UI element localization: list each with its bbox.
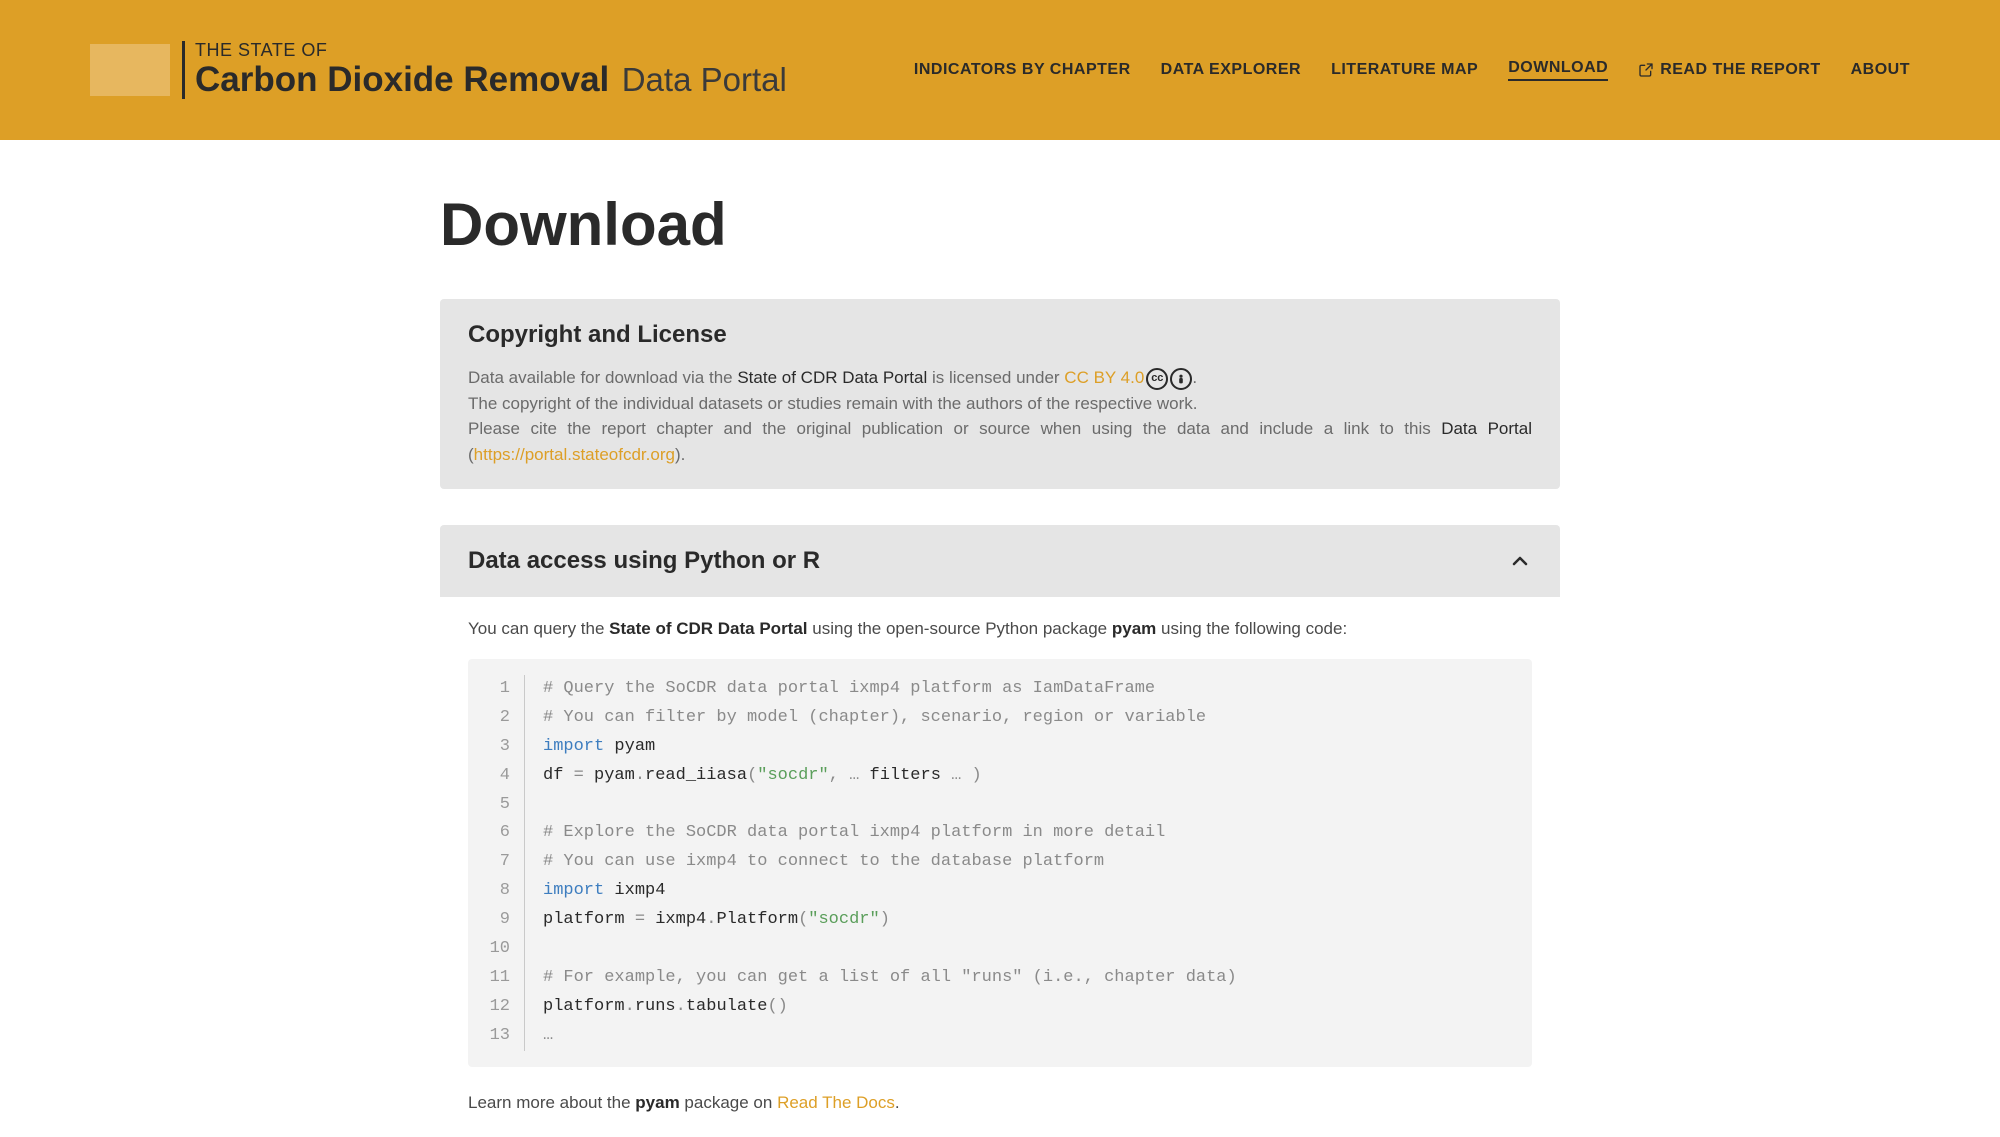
accordion-toggle[interactable]: Data access using Python or R xyxy=(440,525,1560,597)
outro-text: Learn more about the pyam package on Rea… xyxy=(468,1093,1532,1113)
copyright-text: ). xyxy=(675,445,685,464)
code-block: 12345678910111213 # Query the SoCDR data… xyxy=(468,659,1532,1067)
text-strong: pyam xyxy=(1112,619,1156,638)
text-strong: State of CDR Data Portal xyxy=(609,619,807,638)
copyright-product-name: State of CDR Data Portal xyxy=(737,368,927,387)
external-link-icon xyxy=(1638,62,1654,78)
logo-mark xyxy=(90,44,170,96)
nav-label: INDICATORS BY CHAPTER xyxy=(914,61,1131,79)
logo[interactable]: THE STATE OF Carbon Dioxide Removal Data… xyxy=(90,41,787,99)
copyright-body: Data available for download via the Stat… xyxy=(468,365,1532,467)
main-nav: INDICATORS BY CHAPTER DATA EXPLORER LITERA… xyxy=(914,59,1910,81)
nav-link-explorer[interactable]: DATA EXPLORER xyxy=(1161,61,1301,79)
text: using the open-source Python package xyxy=(808,619,1112,638)
site-header: THE STATE OF Carbon Dioxide Removal Data… xyxy=(0,0,2000,140)
nav-link-about[interactable]: ABOUT xyxy=(1851,61,1910,79)
cc-icons: cc xyxy=(1146,368,1192,390)
intro-text: You can query the State of CDR Data Port… xyxy=(468,619,1532,639)
nav-link-download[interactable]: DOWNLOAD xyxy=(1508,59,1608,81)
accordion-title: Data access using Python or R xyxy=(468,547,820,575)
accordion-body: You can query the State of CDR Data Port… xyxy=(440,597,1560,1113)
portal-url-link[interactable]: https://portal.stateofcdr.org xyxy=(474,445,675,464)
logo-subtitle: Data Portal xyxy=(622,61,787,98)
text: You can query the xyxy=(468,619,609,638)
code-content: # Query the SoCDR data portal ixmp4 plat… xyxy=(525,675,1237,1051)
cc-by-icon xyxy=(1170,368,1192,390)
copyright-text: . xyxy=(1192,368,1197,387)
text-strong: pyam xyxy=(635,1093,679,1112)
nav-label: DOWNLOAD xyxy=(1508,59,1608,77)
text: Learn more about the xyxy=(468,1093,635,1112)
nav-label: ABOUT xyxy=(1851,61,1910,79)
cc-icon: cc xyxy=(1146,368,1168,390)
text: . xyxy=(895,1093,900,1112)
data-access-accordion: Data access using Python or R You can qu… xyxy=(440,525,1560,1113)
nav-label: LITERATURE MAP xyxy=(1331,61,1478,79)
copyright-text: Data available for download via the xyxy=(468,368,737,387)
copyright-text: is licensed under xyxy=(927,368,1064,387)
nav-link-report[interactable]: READ THE REPORT xyxy=(1638,61,1820,79)
copyright-title: Copyright and License xyxy=(468,321,1532,349)
nav-label: DATA EXPLORER xyxy=(1161,61,1301,79)
read-the-docs-link[interactable]: Read The Docs xyxy=(777,1093,895,1112)
code-gutter: 12345678910111213 xyxy=(488,675,525,1051)
nav-label: READ THE REPORT xyxy=(1660,61,1820,79)
chevron-up-icon xyxy=(1508,549,1532,573)
logo-title: Carbon Dioxide Removal xyxy=(195,60,609,99)
nav-link-litmap[interactable]: LITERATURE MAP xyxy=(1331,61,1478,79)
logo-text: THE STATE OF Carbon Dioxide Removal Data… xyxy=(182,41,787,99)
copyright-product-name: Data Portal xyxy=(1441,419,1532,438)
copyright-box: Copyright and License Data available for… xyxy=(440,299,1560,489)
logo-supertitle: THE STATE OF xyxy=(195,41,787,61)
nav-link-indicators[interactable]: INDICATORS BY CHAPTER xyxy=(914,61,1131,79)
copyright-text: Please cite the report chapter and the o… xyxy=(468,419,1441,438)
text: package on xyxy=(680,1093,777,1112)
text: using the following code: xyxy=(1156,619,1347,638)
copyright-text: The copyright of the individual datasets… xyxy=(468,394,1198,413)
cc-license-link[interactable]: CC BY 4.0 xyxy=(1064,368,1144,387)
page-title: Download xyxy=(440,190,1560,259)
